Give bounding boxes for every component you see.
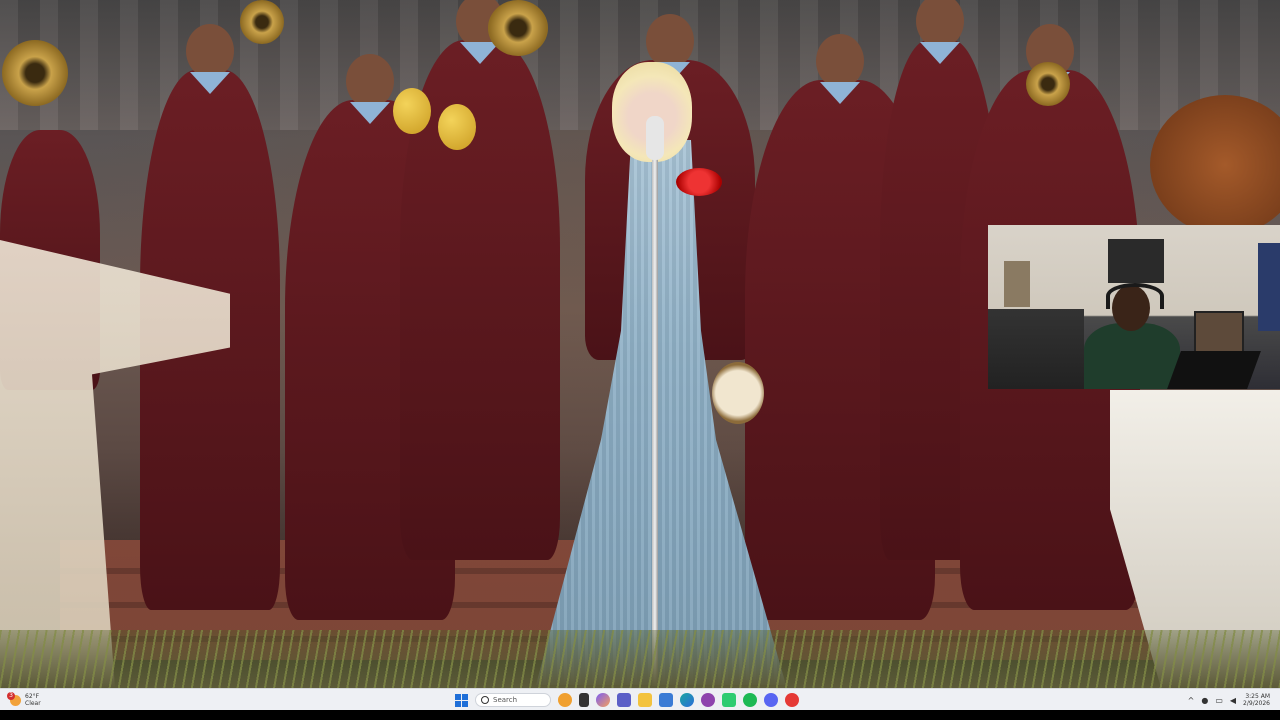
volume-icon[interactable]: ◀ xyxy=(1230,696,1236,705)
taskbar-center: Search xyxy=(455,691,799,709)
search-placeholder: Search xyxy=(493,696,518,704)
drum xyxy=(712,362,764,424)
webcam-overlay xyxy=(988,225,1280,389)
dancer-hair xyxy=(1150,95,1280,235)
clock-date: 2/9/2026 xyxy=(1243,700,1270,707)
weather-condition: Clear xyxy=(25,700,41,707)
weather-sun-icon: 3 xyxy=(7,691,21,706)
maraca-left xyxy=(393,88,431,134)
weather-temp: 62°F xyxy=(25,693,40,700)
trumpet-bell-right xyxy=(1026,62,1070,106)
taskbar: 3 62°F Clear Search ^ ● ▭ ◀ 3:25 AM 2/9/… xyxy=(0,688,1280,711)
store-icon[interactable] xyxy=(659,693,673,707)
webcam-shelf xyxy=(1004,261,1030,307)
microphone xyxy=(646,116,664,160)
webcam-poster-blue xyxy=(1258,243,1280,331)
weather-widget[interactable]: 3 62°F Clear xyxy=(7,691,41,709)
network-icon[interactable]: ▭ xyxy=(1215,696,1223,705)
webcam-monitor xyxy=(1167,351,1261,389)
maraca-right xyxy=(438,104,476,150)
spotify-icon[interactable] xyxy=(743,693,757,707)
pizza-app-icon[interactable] xyxy=(558,693,572,707)
file-explorer-icon[interactable] xyxy=(638,693,652,707)
webcam-tv xyxy=(1108,239,1164,283)
notification-badge: 3 xyxy=(7,691,15,700)
grass-foreground xyxy=(0,630,1280,688)
trombone-bell xyxy=(488,0,548,56)
webcam-desk-clutter xyxy=(988,309,1084,389)
app-green-icon[interactable] xyxy=(722,693,736,707)
mic-stand xyxy=(652,120,658,686)
windows-start-icon[interactable] xyxy=(455,693,468,707)
streamer-body xyxy=(1084,323,1180,389)
red-flower xyxy=(676,168,722,196)
taskbar-clock[interactable]: 3:25 AM 2/9/2026 xyxy=(1243,693,1270,707)
app-red-icon[interactable] xyxy=(785,693,799,707)
screen-bottom-edge xyxy=(0,710,1280,720)
system-tray: ^ ● ▭ ◀ 3:25 AM 2/9/2026 xyxy=(1188,691,1270,709)
trumpet-bell xyxy=(2,40,68,106)
copilot-icon[interactable] xyxy=(596,693,610,707)
app-purple-icon[interactable] xyxy=(701,693,715,707)
microphone-icon[interactable]: ● xyxy=(1201,696,1208,705)
clock-time: 3:25 AM xyxy=(1245,693,1270,700)
taskbar-search[interactable]: Search xyxy=(475,693,551,707)
headset-icon xyxy=(1106,283,1164,309)
horn-bell xyxy=(240,0,284,44)
tray-chevron-icon[interactable]: ^ xyxy=(1188,696,1195,705)
edge-icon[interactable] xyxy=(680,693,694,707)
discord-icon[interactable] xyxy=(764,693,778,707)
search-icon xyxy=(481,696,489,704)
teams-icon[interactable] xyxy=(617,693,631,707)
file-app-icon[interactable] xyxy=(579,693,589,707)
